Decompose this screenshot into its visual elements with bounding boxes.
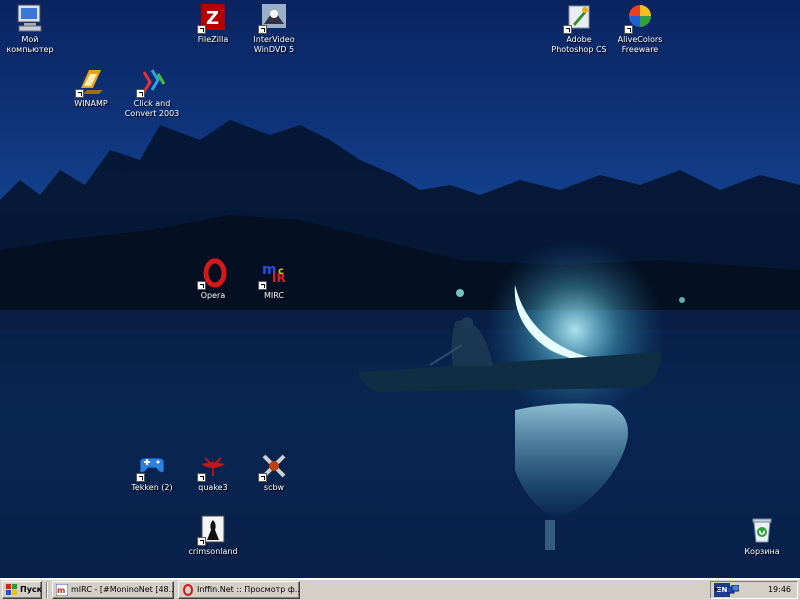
shortcut-arrow-icon xyxy=(258,281,267,290)
icon-label: InterVideo xyxy=(253,35,295,44)
desktop-icon-click-and-convert[interactable]: Click and Convert 2003 xyxy=(116,66,188,119)
svg-text:Z: Z xyxy=(206,8,219,29)
icon-label: MIRC xyxy=(263,291,284,300)
icon-label: Мой xyxy=(21,35,39,44)
icon-label: scbw xyxy=(263,483,285,492)
network-icon[interactable] xyxy=(726,584,740,595)
windows-logo-icon xyxy=(6,584,18,596)
icon-label: AliveColors xyxy=(617,35,663,44)
opera-icon xyxy=(182,584,194,596)
desktop-icon-my-computer[interactable]: Мой компьютер xyxy=(0,2,66,55)
recycle-bin-icon xyxy=(746,514,778,546)
start-label: Пуск xyxy=(20,585,42,594)
icon-label: Корзина xyxy=(744,547,780,556)
photoshop-icon xyxy=(563,2,595,34)
quake3-icon xyxy=(197,450,229,482)
desktop-icon-crimsonland[interactable]: crimsonland xyxy=(177,514,249,557)
desktop-icon-mirc[interactable]: m IR c MIRC xyxy=(238,258,310,301)
crimsonland-icon xyxy=(197,514,229,546)
svg-text:c: c xyxy=(278,266,284,277)
mirc-icon: m xyxy=(55,583,69,597)
shortcut-arrow-icon xyxy=(624,25,633,34)
taskbar: Пуск m mIRC - [#MoninoNet [48... Inffin.… xyxy=(0,578,800,600)
click-and-convert-icon xyxy=(136,66,168,98)
clock[interactable]: 19:46 xyxy=(768,582,791,598)
desktop[interactable]: Мой компьютер Z FileZilla InterVideo Win… xyxy=(0,0,800,578)
shortcut-arrow-icon xyxy=(197,537,206,546)
taskbar-button-label: mIRC - [#MoninoNet [48... xyxy=(71,585,174,594)
shortcut-arrow-icon xyxy=(197,25,206,34)
icon-label: Convert 2003 xyxy=(124,109,180,118)
mirc-icon: m IR c xyxy=(258,258,290,290)
system-tray: « 19:46 xyxy=(710,581,798,599)
opera-icon xyxy=(197,258,229,290)
taskbar-button-opera[interactable]: Inffin.Net :: Просмотр ф... xyxy=(178,581,300,599)
shortcut-arrow-icon xyxy=(75,89,84,98)
desktop-icon-alivecolors[interactable]: AliveColors Freeware xyxy=(604,2,676,55)
icon-label: crimsonland xyxy=(188,547,238,556)
taskbar-separator xyxy=(46,582,48,598)
shortcut-arrow-icon xyxy=(197,473,206,482)
desktop-icon-scbw[interactable]: scbw xyxy=(238,450,310,493)
gamepad-icon xyxy=(136,450,168,482)
filezilla-icon: Z xyxy=(197,2,229,34)
winamp-icon xyxy=(75,66,107,98)
icon-label: компьютер xyxy=(6,45,54,54)
start-button[interactable]: Пуск xyxy=(2,581,42,599)
shortcut-arrow-icon xyxy=(136,89,145,98)
svg-text:m: m xyxy=(57,586,65,595)
computer-icon xyxy=(14,2,46,34)
alivecolors-icon xyxy=(624,2,656,34)
shortcut-arrow-icon xyxy=(197,281,206,290)
taskbar-button-label: Inffin.Net :: Просмотр ф... xyxy=(197,585,300,594)
shortcut-arrow-icon xyxy=(563,25,572,34)
icon-label: Freeware xyxy=(621,45,659,54)
tray-expand-button[interactable]: « xyxy=(714,582,720,598)
icon-label: WinDVD 5 xyxy=(253,45,295,54)
windvd-icon xyxy=(258,2,290,34)
taskbar-button-mirc[interactable]: m mIRC - [#MoninoNet [48... xyxy=(52,581,174,599)
starcraft-icon xyxy=(258,450,290,482)
shortcut-arrow-icon xyxy=(136,473,145,482)
shortcut-arrow-icon xyxy=(258,473,267,482)
desktop-icon-recycle-bin[interactable]: Корзина xyxy=(726,514,798,557)
icon-label: Click and xyxy=(133,99,171,108)
desktop-icon-windvd[interactable]: InterVideo WinDVD 5 xyxy=(238,2,310,55)
shortcut-arrow-icon xyxy=(258,25,267,34)
